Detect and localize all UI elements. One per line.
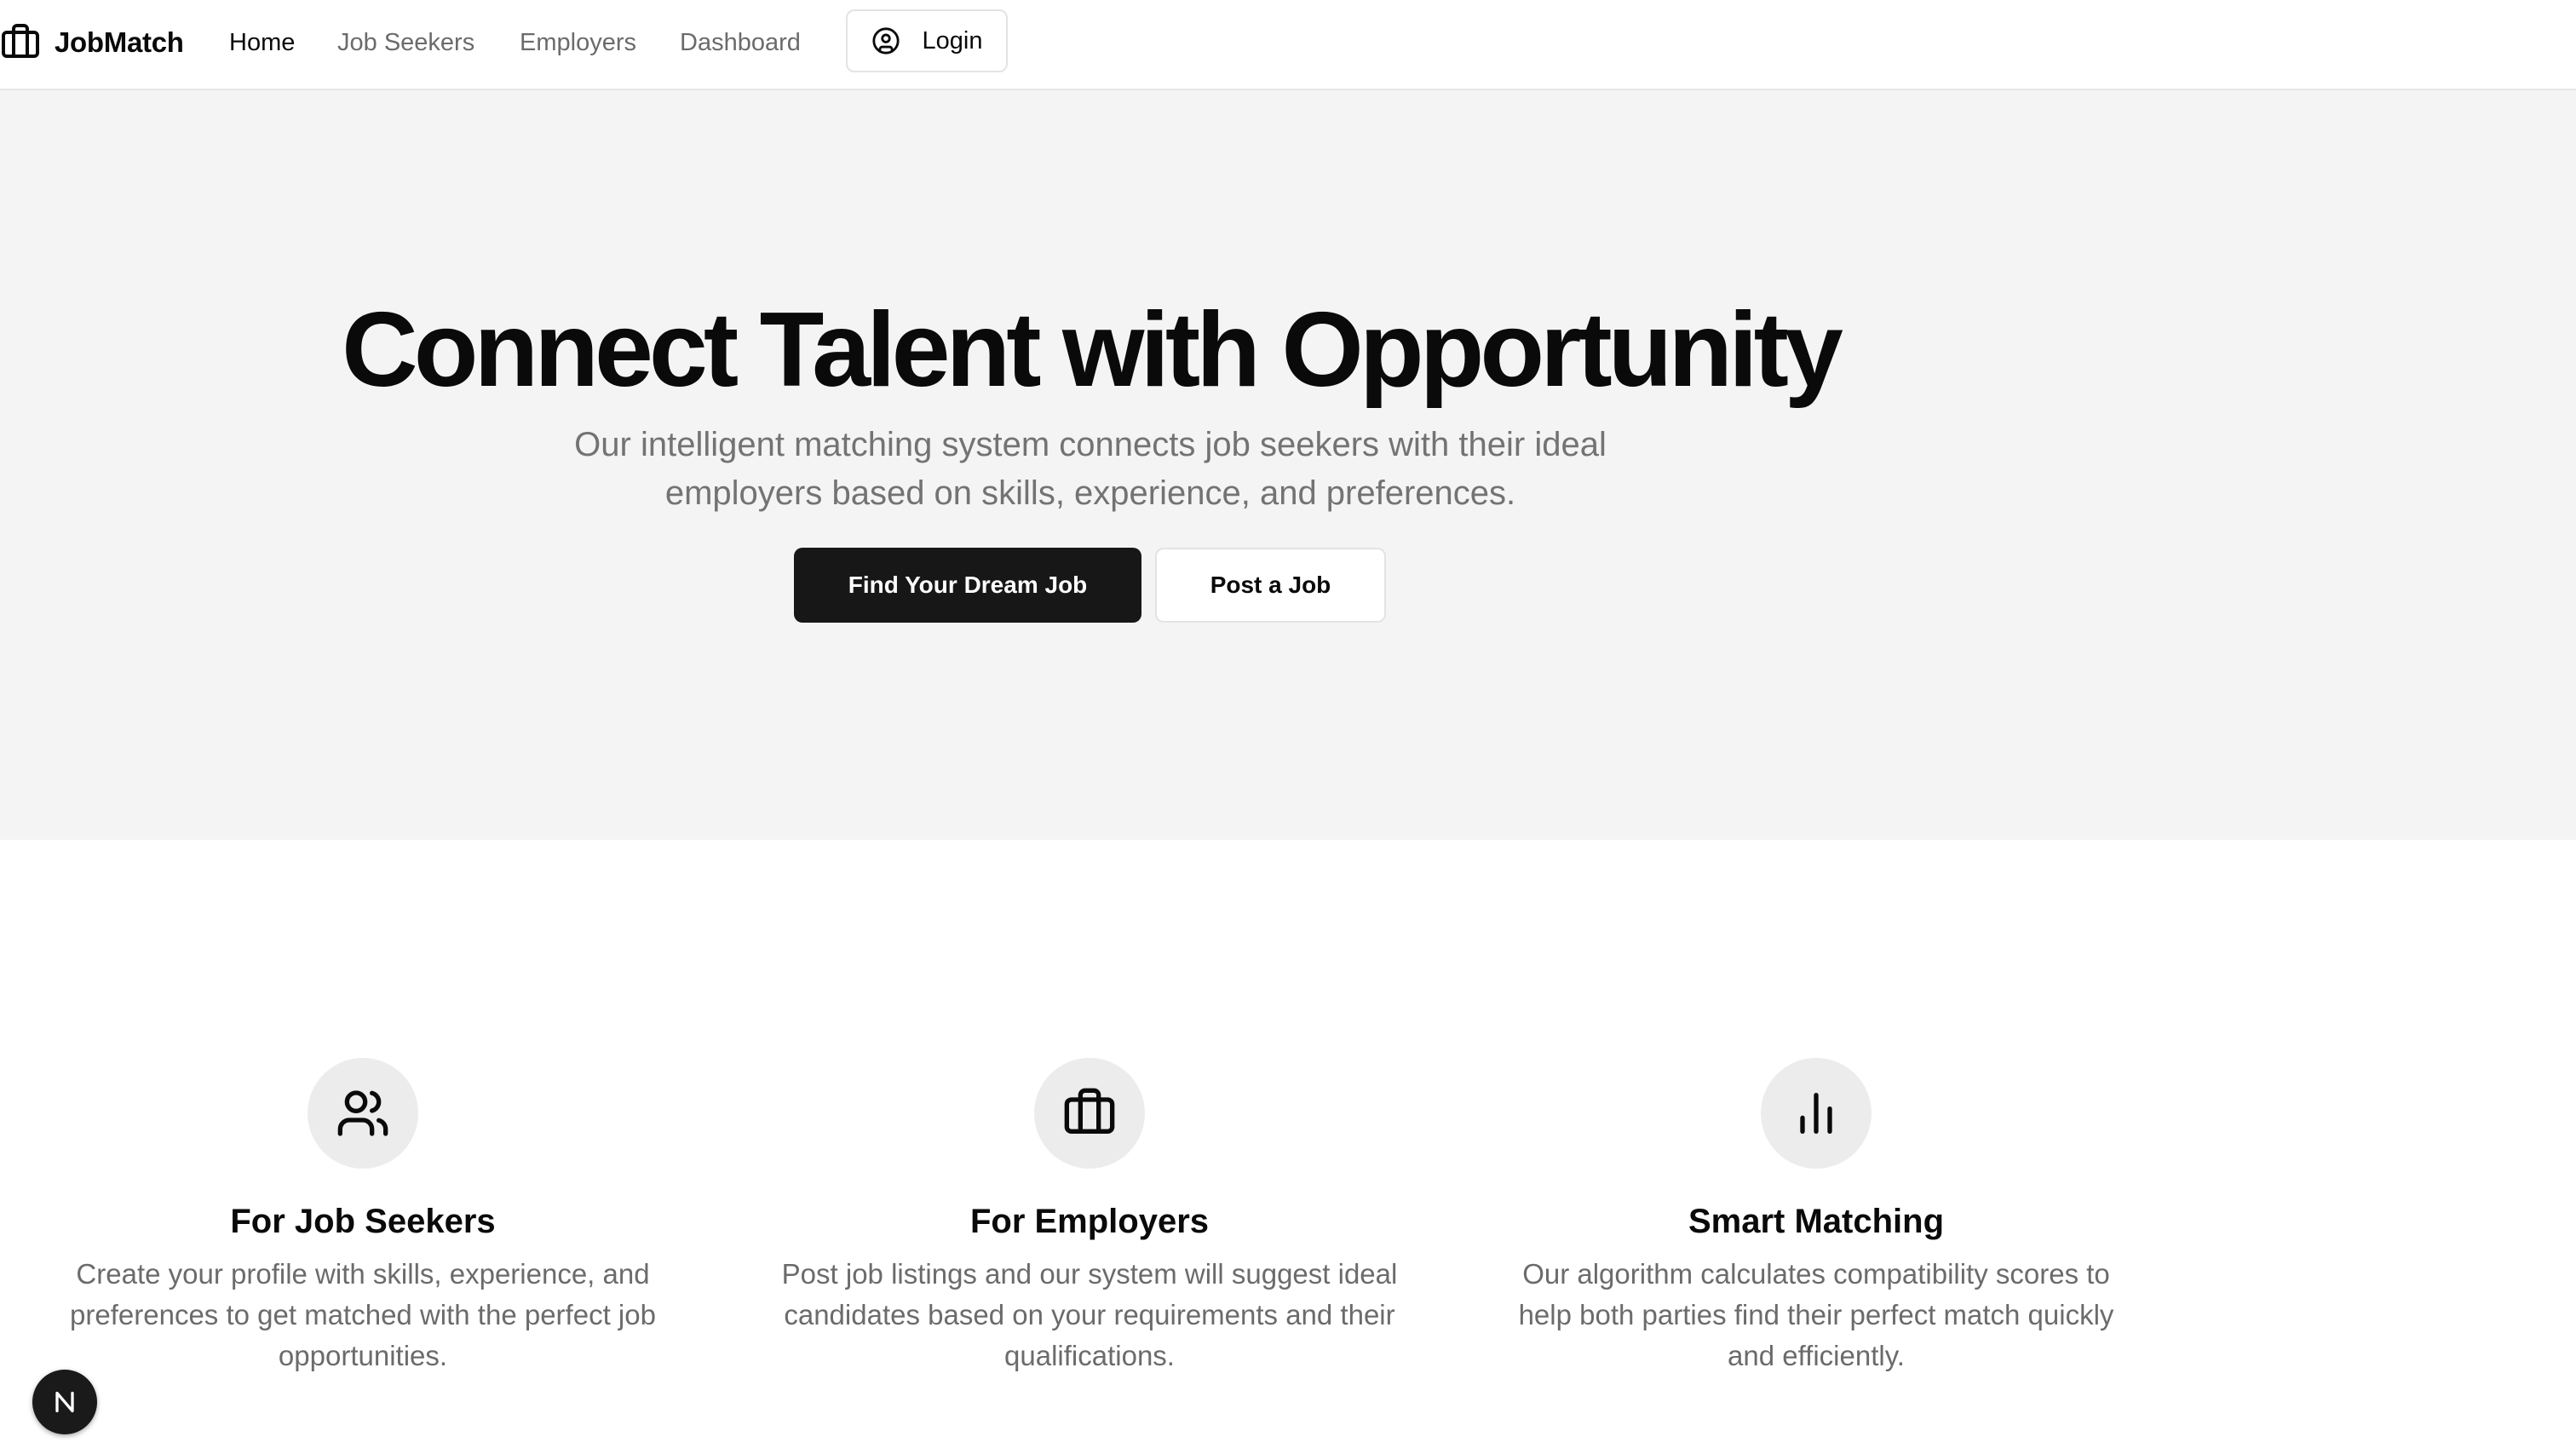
hero-title: Connect Talent with Opportunity xyxy=(342,291,1843,409)
nav-employers[interactable]: Employers xyxy=(520,26,636,60)
login-button[interactable]: Login xyxy=(846,9,1008,72)
nav-job-seekers[interactable]: Job Seekers xyxy=(337,26,474,60)
users-icon xyxy=(337,1090,388,1136)
feature-job-seekers: For Job Seekers Create your profile with… xyxy=(31,1058,695,1376)
find-dream-job-button[interactable]: Find Your Dream Job xyxy=(794,548,1141,623)
feature-title: For Employers xyxy=(969,1203,1210,1240)
bar-chart-icon xyxy=(1800,1093,1832,1134)
top-navbar: JobMatch Home Job Seekers Employers Dash… xyxy=(0,0,2576,90)
feature-description: Post job listings and our system will su… xyxy=(781,1258,1398,1371)
brand-name: JobMatch xyxy=(55,26,184,58)
user-circle-icon xyxy=(871,27,900,55)
hero-subtitle-line-2: employers based on skills, experience, a… xyxy=(664,474,1516,512)
hero-subtitle: Our intelligent matching system connects… xyxy=(494,421,1687,518)
feature-title: Smart Matching xyxy=(1688,1203,1945,1240)
nav-home[interactable]: Home xyxy=(229,26,295,60)
feature-icon-circle xyxy=(1034,1058,1145,1169)
feature-employers: For Employers Post job listings and our … xyxy=(757,1058,1422,1376)
feature-description: Our algorithm calculates compatibility s… xyxy=(1518,1258,2114,1371)
feature-icon-circle xyxy=(1761,1058,1872,1169)
hero-section: Connect Talent with Opportunity Our inte… xyxy=(0,90,2576,840)
post-job-button[interactable]: Post a Job xyxy=(1155,548,1386,623)
feature-smart-matching: Smart Matching Our algorithm calculates … xyxy=(1484,1058,2148,1376)
nav-dashboard[interactable]: Dashboard xyxy=(680,26,801,60)
briefcase-icon xyxy=(2,24,39,58)
feature-icon-circle xyxy=(308,1058,418,1169)
feature-title: For Job Seekers xyxy=(230,1203,496,1240)
n-logo-icon xyxy=(55,1391,74,1413)
feature-description: Create your profile with skills, experie… xyxy=(70,1258,656,1371)
login-label: Login xyxy=(922,26,983,55)
hero-subtitle-line-1: Our intelligent matching system connects… xyxy=(574,426,1607,463)
briefcase-icon xyxy=(1064,1088,1115,1134)
dev-tools-badge[interactable] xyxy=(32,1370,97,1434)
brand-logo[interactable]: JobMatch xyxy=(0,22,184,63)
